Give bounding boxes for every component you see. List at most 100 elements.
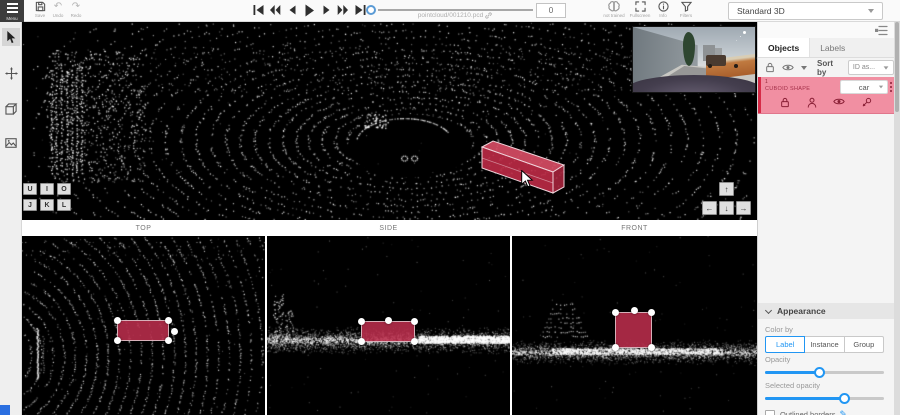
timeline-handle[interactable] xyxy=(366,5,376,15)
top-ortho-view[interactable] xyxy=(22,236,265,415)
side-ortho-view[interactable] xyxy=(267,236,510,415)
nav-left-button[interactable]: ← xyxy=(702,201,717,215)
fast-forward-button[interactable] xyxy=(337,4,349,16)
preview-lens-flare xyxy=(743,31,746,34)
color-by-label-button[interactable]: Label xyxy=(765,336,805,353)
object-menu-button[interactable] xyxy=(890,82,892,92)
select-tool-button[interactable] xyxy=(2,28,20,46)
object-index: 1 xyxy=(765,79,768,85)
edit-pencil-icon[interactable]: ✎ xyxy=(839,409,847,415)
save-button[interactable]: Save xyxy=(30,1,50,18)
bbox-handle[interactable] xyxy=(648,344,655,351)
object-row-car[interactable]: 1 CUBOID SHAPE car xyxy=(758,77,894,114)
hotkey-l-button[interactable]: L xyxy=(57,199,71,211)
chevron-down-icon xyxy=(884,66,889,69)
scrollbar-thumb[interactable] xyxy=(895,22,899,112)
filters-button[interactable]: Filters xyxy=(674,1,698,18)
playback-controls xyxy=(252,4,366,16)
object-pin-button[interactable] xyxy=(862,97,872,110)
car-bbox-front[interactable] xyxy=(615,312,652,348)
panel-menu-icon[interactable] xyxy=(875,25,888,36)
layout-mode-select[interactable]: Standard 3D xyxy=(728,2,883,20)
not-trained-indicator[interactable]: not trained xyxy=(600,1,628,18)
tab-labels[interactable]: Labels xyxy=(810,38,855,57)
object-visibility-button[interactable] xyxy=(833,97,845,110)
main-3d-viewport[interactable]: U I O J K L ↑ ← ↓ → xyxy=(22,22,757,220)
objects-toolbar: Sort by ID as... xyxy=(758,58,894,77)
car-bbox-side[interactable] xyxy=(361,321,415,342)
bbox-rotate-handle[interactable] xyxy=(171,328,178,335)
nav-up-button[interactable]: ↑ xyxy=(719,182,734,196)
visibility-all-button[interactable] xyxy=(782,63,794,72)
undo-button[interactable]: ↶ Undo xyxy=(48,1,68,18)
left-tool-rail xyxy=(0,22,22,415)
bbox-handle[interactable] xyxy=(358,338,365,345)
info-button[interactable]: Info xyxy=(652,1,674,18)
chevron-down-icon xyxy=(868,9,874,13)
link-icon[interactable] xyxy=(485,12,492,19)
appearance-header[interactable]: Appearance xyxy=(758,303,894,319)
opacity-slider-handle[interactable] xyxy=(814,367,825,378)
bbox-handle[interactable] xyxy=(358,318,365,325)
bbox-handle[interactable] xyxy=(165,337,172,344)
sort-order-select[interactable]: ID as... xyxy=(848,60,894,75)
expand-all-button[interactable] xyxy=(801,66,807,70)
skip-end-button[interactable] xyxy=(354,4,366,16)
camera-context-preview[interactable] xyxy=(633,27,755,92)
object-author-button[interactable] xyxy=(807,97,817,110)
menu-button[interactable]: Menu xyxy=(0,0,24,22)
prev-frame-button[interactable] xyxy=(286,4,298,16)
skip-start-button[interactable] xyxy=(252,4,264,16)
hotkey-u-button[interactable]: U xyxy=(23,183,37,195)
sidebar-scrollbar[interactable] xyxy=(894,22,900,415)
fast-backward-button[interactable] xyxy=(269,4,281,16)
car-bbox-top[interactable] xyxy=(117,320,169,341)
selected-opacity-slider-handle[interactable] xyxy=(839,393,850,404)
fullscreen-button[interactable]: Fullscreen xyxy=(628,1,652,18)
next-frame-button[interactable] xyxy=(320,4,332,16)
opacity-label: Opacity xyxy=(765,355,884,364)
hotkey-k-button[interactable]: K xyxy=(40,199,54,211)
pan-move-icon xyxy=(5,67,18,80)
redo-button[interactable]: ↷ Redo xyxy=(66,1,86,18)
timeline-track[interactable] xyxy=(378,9,533,11)
bbox-handle[interactable] xyxy=(411,318,418,325)
bbox-handle[interactable] xyxy=(411,338,418,345)
bbox-handle[interactable] xyxy=(612,309,619,316)
outlined-borders-checkbox[interactable] xyxy=(765,410,775,415)
play-button[interactable] xyxy=(303,4,315,16)
play-icon xyxy=(304,4,315,17)
nav-down-button[interactable]: ↓ xyxy=(719,201,734,215)
hotkey-j-button[interactable]: J xyxy=(23,199,37,211)
appearance-title: Appearance xyxy=(777,306,826,316)
object-action-icons xyxy=(758,97,894,110)
bbox-handle[interactable] xyxy=(631,307,638,314)
pan-tool-button[interactable] xyxy=(2,64,20,82)
sort-order-value: ID as... xyxy=(853,64,875,71)
hotkey-o-button[interactable]: O xyxy=(57,183,71,195)
color-by-group-button[interactable]: Group xyxy=(845,336,884,353)
bbox-handle[interactable] xyxy=(612,344,619,351)
lock-all-button[interactable] xyxy=(765,62,775,73)
objects-sidebar: Objects Labels Sort by ID as... xyxy=(757,22,900,415)
object-class-select[interactable]: car xyxy=(840,80,888,94)
image-tool-icon xyxy=(5,138,17,148)
hotkey-i-button[interactable]: I xyxy=(40,183,54,195)
bbox-handle[interactable] xyxy=(385,317,392,324)
selected-opacity-slider[interactable] xyxy=(765,392,884,405)
bbox-handle[interactable] xyxy=(648,309,655,316)
nav-right-button[interactable]: → xyxy=(736,201,751,215)
bbox-handle[interactable] xyxy=(114,337,121,344)
frame-number-input[interactable] xyxy=(536,3,566,18)
bbox-handle[interactable] xyxy=(165,317,172,324)
object-lock-button[interactable] xyxy=(780,97,790,110)
color-by-segmented-control: Label Instance Group xyxy=(765,336,884,353)
bbox-handle[interactable] xyxy=(114,317,121,324)
opacity-slider[interactable] xyxy=(765,366,884,379)
color-by-instance-button[interactable]: Instance xyxy=(805,336,844,353)
front-ortho-view[interactable] xyxy=(512,236,757,415)
chevron-down-icon xyxy=(879,86,883,89)
image-tool-button[interactable] xyxy=(2,134,20,152)
cuboid-tool-button[interactable] xyxy=(2,100,20,118)
tab-objects[interactable]: Objects xyxy=(758,38,810,57)
